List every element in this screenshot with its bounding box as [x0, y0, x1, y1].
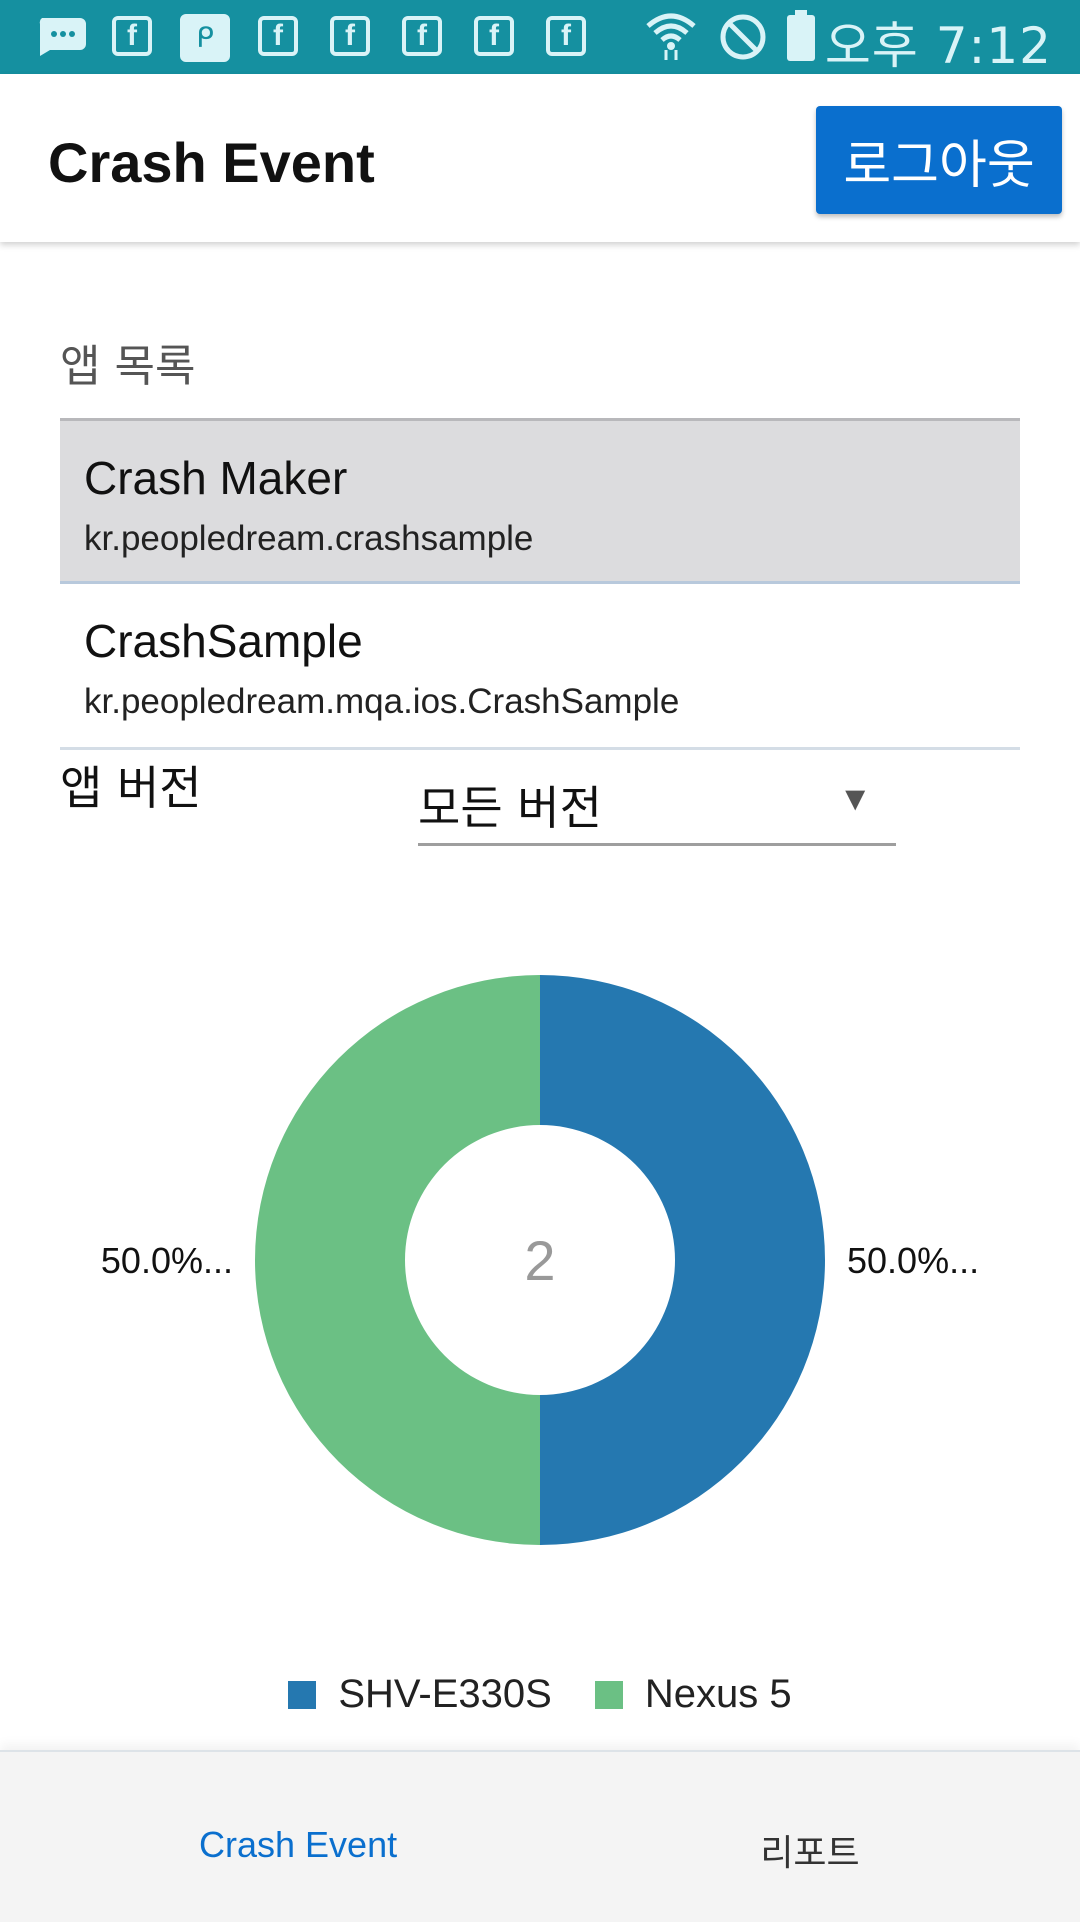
wifi-icon	[646, 13, 696, 60]
pie-slice[interactable]	[255, 975, 540, 1545]
bottom-navigation: Crash Event 리포트	[0, 1750, 1080, 1922]
slice-data-label: 50.0%...	[101, 1240, 233, 1281]
f-app-icon: f	[258, 16, 298, 56]
app-list-label: 앱 목록	[60, 341, 196, 392]
f-app-icon: f	[546, 16, 586, 56]
f-app-icon: f	[474, 16, 514, 56]
battery-icon	[787, 10, 815, 61]
f-app-icon: f	[402, 16, 442, 56]
tab-crash-event[interactable]: Crash Event	[24, 1824, 564, 1866]
pie-slice[interactable]	[540, 975, 825, 1545]
list-item[interactable]: Crash Maker kr.peopledream.crashsample	[60, 418, 1020, 584]
app-name: CrashSample	[84, 615, 363, 667]
legend-item[interactable]: SHV-E330S	[288, 1672, 552, 1717]
p-app-icon: ᑭ	[180, 14, 230, 62]
page-title: Crash Event	[48, 131, 375, 194]
do-not-disturb-icon	[720, 14, 766, 60]
status-time: 오후 7:12	[824, 17, 1052, 75]
legend-item[interactable]: Nexus 5	[594, 1672, 792, 1717]
status-bar: f ᑭ f f f f f 오후 7:12	[0, 0, 1080, 75]
app-name: Crash Maker	[84, 452, 348, 504]
logout-button[interactable]: 로그아웃	[816, 106, 1062, 214]
legend-swatch	[288, 1680, 317, 1709]
tab-report[interactable]: 리포트	[540, 1824, 1080, 1876]
list-item[interactable]: CrashSample kr.peopledream.mqa.ios.Crash…	[60, 584, 1020, 750]
version-label: 앱 버전	[60, 761, 202, 815]
legend-label: SHV-E330S	[338, 1672, 552, 1716]
app-list: Crash Maker kr.peopledream.crashsample C…	[60, 418, 1020, 750]
slice-data-label: 50.0%...	[847, 1240, 979, 1281]
legend-label: Nexus 5	[644, 1672, 792, 1716]
version-dropdown[interactable]: 모든 버전 ▼	[418, 760, 896, 846]
version-selected-value: 모든 버전	[418, 781, 602, 835]
f-app-icon: f	[330, 16, 370, 56]
crash-device-donut-chart: 50.0%... 50.0%... 2	[101, 975, 979, 1545]
legend-swatch	[594, 1680, 623, 1709]
message-icon	[39, 18, 86, 56]
app-package: kr.peopledream.mqa.ios.CrashSample	[84, 682, 680, 721]
dropdown-arrow-icon: ▼	[838, 780, 872, 818]
chart-legend: SHV-E330S Nexus 5	[0, 1672, 1080, 1719]
donut-center-total: 2	[524, 1229, 555, 1292]
app-package: kr.peopledream.crashsample	[84, 519, 534, 558]
app-bar: Crash Event 로그아웃	[0, 74, 1080, 242]
f-app-icon: f	[112, 16, 152, 56]
